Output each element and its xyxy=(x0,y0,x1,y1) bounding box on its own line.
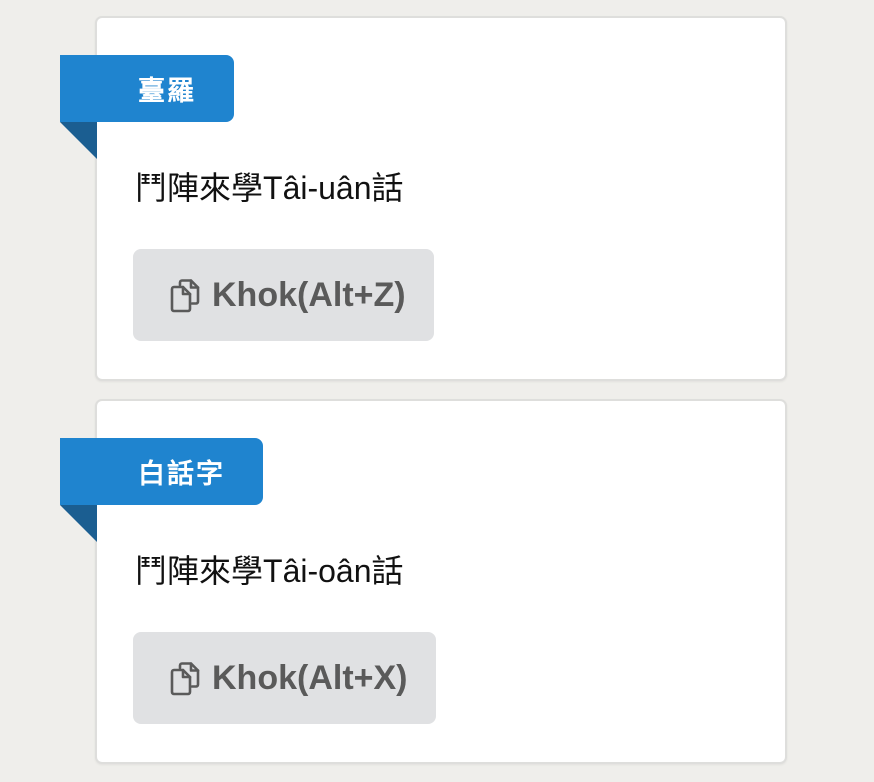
card-tailo: 臺羅 鬥陣來學Tâi-uân話 Khok(Alt+Z) xyxy=(60,16,787,381)
copy-icon xyxy=(170,662,200,696)
copy-icon xyxy=(170,279,200,313)
copy-button[interactable]: Khok(Alt+X) xyxy=(133,632,436,724)
tag-label: 臺羅 xyxy=(138,76,196,107)
copy-button[interactable]: Khok(Alt+Z) xyxy=(133,249,434,341)
text-han-suffix: 話 xyxy=(371,169,404,207)
ribbon-fold xyxy=(60,122,97,159)
copy-button-label: Khok(Alt+X) xyxy=(212,658,408,697)
text-han-suffix: 話 xyxy=(371,552,404,590)
tag-ribbon: 臺羅 xyxy=(60,55,234,122)
text-latin: Tâi-oân xyxy=(263,553,372,589)
tag-label: 白話字 xyxy=(138,459,225,490)
converted-text: 鬥陣來學Tâi-uân話 xyxy=(135,163,404,209)
ribbon-fold xyxy=(60,505,97,542)
text-han-prefix: 鬥陣來學 xyxy=(135,552,264,590)
text-han-prefix: 鬥陣來學 xyxy=(135,169,264,207)
tag-ribbon: 白話字 xyxy=(60,438,263,505)
converted-text: 鬥陣來學Tâi-oân話 xyxy=(135,546,404,592)
copy-button-label: Khok(Alt+Z) xyxy=(212,275,406,314)
card-peh-oe-ji: 白話字 鬥陣來學Tâi-oân話 Khok(Alt+X) xyxy=(60,399,787,764)
text-latin: Tâi-uân xyxy=(263,170,372,206)
